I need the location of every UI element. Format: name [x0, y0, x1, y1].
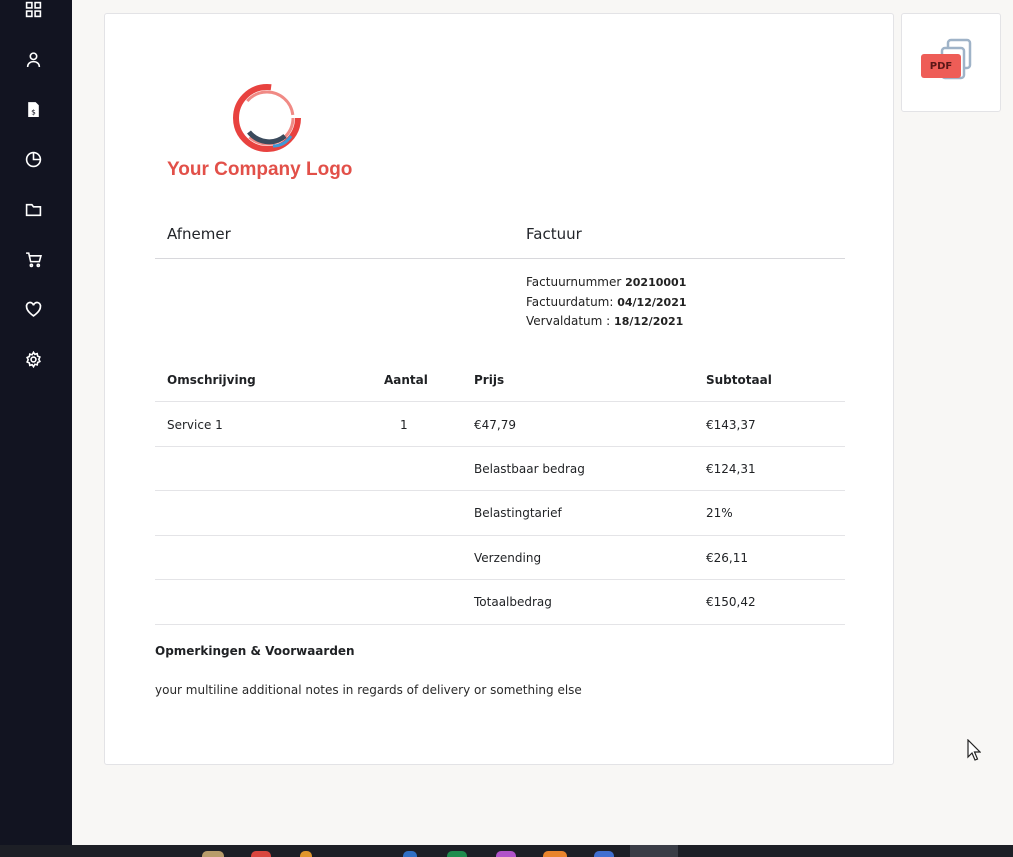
notes-title: Opmerkingen & Voorwaarden	[155, 644, 355, 658]
summary-label: Belastingtarief	[474, 506, 562, 520]
notes-text: your multiline additional notes in regar…	[155, 683, 582, 697]
user-icon[interactable]	[23, 49, 43, 69]
row-divider	[155, 579, 845, 580]
invoice-icon[interactable]: $	[23, 99, 43, 119]
summary-label: Belastbaar bedrag	[474, 462, 585, 476]
taskbar	[0, 845, 1013, 857]
folder-icon[interactable]	[23, 199, 43, 219]
summary-value: €26,11	[706, 551, 748, 565]
item-subtotal: €143,37	[706, 418, 756, 432]
invoice-heading: Factuur	[526, 225, 582, 243]
pie-chart-icon[interactable]	[23, 149, 43, 169]
header-divider	[155, 258, 845, 259]
summary-label: Totaalbedrag	[474, 595, 552, 609]
logo-text: Your Company Logo	[167, 159, 353, 180]
taskbar-app-icon[interactable]	[496, 851, 516, 857]
taskbar-app-icon[interactable]	[447, 851, 467, 857]
taskbar-app-icon[interactable]	[594, 851, 614, 857]
row-divider	[155, 624, 845, 625]
grid-icon[interactable]	[23, 0, 43, 19]
taskbar-app-icon[interactable]	[403, 851, 417, 857]
cart-icon[interactable]	[23, 249, 43, 269]
item-description: Service 1	[167, 418, 223, 432]
invoice-card: Your Company Logo Afnemer Factuur Factuu…	[104, 13, 894, 765]
col-price: Prijs	[474, 373, 505, 387]
row-divider	[155, 401, 845, 402]
row-divider	[155, 446, 845, 447]
taskbar-app-icon[interactable]	[251, 851, 271, 857]
row-divider	[155, 490, 845, 491]
summary-value: €150,42	[706, 595, 756, 609]
company-logo: Your Company Logo	[167, 80, 377, 190]
taskbar-app-icon[interactable]	[300, 851, 312, 857]
invoice-number: Factuurnummer 20210001	[526, 275, 687, 289]
taskbar-active-app[interactable]	[630, 845, 678, 857]
pdf-badge: PDF	[921, 54, 961, 78]
taskbar-app-icon[interactable]	[543, 851, 567, 857]
customer-heading: Afnemer	[167, 225, 231, 243]
logo-ring-icon	[233, 84, 301, 152]
invoice-date: Factuurdatum: 04/12/2021	[526, 295, 687, 309]
gear-icon[interactable]	[23, 349, 43, 369]
col-quantity: Aantal	[384, 373, 428, 387]
col-description: Omschrijving	[167, 373, 256, 387]
item-quantity: 1	[400, 418, 408, 432]
due-date: Vervaldatum : 18/12/2021	[526, 314, 684, 328]
pdf-export-button[interactable]: PDF	[901, 13, 1001, 112]
summary-value: 21%	[706, 506, 733, 520]
mouse-cursor-icon	[967, 739, 981, 761]
col-subtotal: Subtotaal	[706, 373, 772, 387]
svg-text:$: $	[31, 107, 36, 116]
summary-label: Verzending	[474, 551, 542, 565]
row-divider	[155, 535, 845, 536]
summary-value: €124,31	[706, 462, 756, 476]
taskbar-app-icon[interactable]	[202, 851, 224, 857]
heart-icon[interactable]	[23, 299, 43, 319]
item-price: €47,79	[474, 418, 516, 432]
sidebar: $	[0, 0, 72, 845]
